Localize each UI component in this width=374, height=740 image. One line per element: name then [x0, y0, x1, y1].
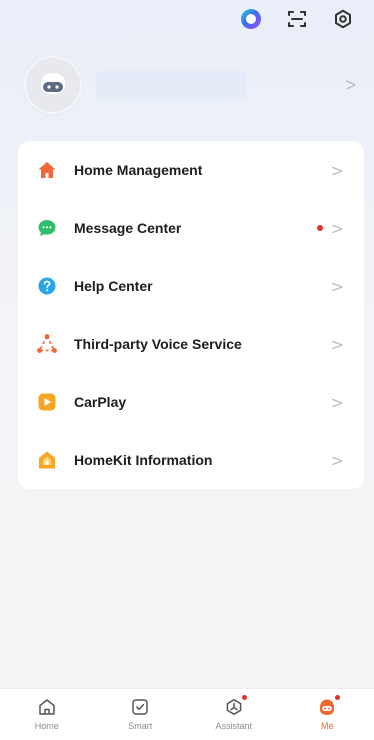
settings-icon[interactable] — [332, 8, 354, 30]
bottom-tab-bar: Home Smart Assistant Me — [0, 688, 374, 740]
menu-item-carplay[interactable]: CarPlay > — [18, 373, 364, 431]
tab-me[interactable]: Me — [292, 694, 362, 731]
me-tab-icon — [316, 694, 342, 718]
assistant-tab-icon — [223, 694, 248, 718]
menu-card: Home Management > Message Center > Help — [18, 141, 364, 489]
menu-item-third-party-voice-service[interactable]: Third-party Voice Service > — [18, 315, 364, 373]
chevron-right-icon[interactable]: > — [345, 75, 356, 96]
house-icon — [36, 159, 58, 181]
tab-label: Me — [320, 721, 334, 731]
unread-badge — [316, 225, 323, 231]
top-action-bar — [240, 8, 354, 30]
chevron-right-icon: > — [330, 392, 344, 412]
menu-item-label: HomeKit Information — [74, 452, 213, 468]
chevron-right-icon: > — [330, 450, 344, 470]
carplay-icon — [36, 391, 58, 413]
profile-header[interactable]: > — [24, 54, 356, 116]
tab-smart[interactable]: Smart — [105, 696, 175, 731]
chevron-right-icon: > — [330, 218, 344, 238]
tab-assistant[interactable]: Assistant — [199, 694, 269, 731]
profile-name-placeholder — [96, 71, 246, 99]
robot-avatar-icon[interactable] — [24, 56, 82, 114]
homekit-icon — [36, 449, 58, 471]
tab-label: Home — [34, 721, 59, 731]
tab-label: Assistant — [215, 721, 252, 731]
menu-item-label: Message Center — [74, 220, 182, 236]
notification-badge — [334, 694, 342, 701]
smart-tab-icon — [129, 696, 151, 718]
menu-item-homekit-information[interactable]: HomeKit Information > — [18, 431, 364, 489]
tab-label: Smart — [128, 721, 153, 731]
menu-item-label: Help Center — [74, 278, 153, 294]
menu-item-message-center[interactable]: Message Center > — [18, 199, 364, 257]
menu-item-label: CarPlay — [74, 394, 127, 410]
notification-badge — [240, 694, 248, 701]
menu-item-label: Home Management — [74, 162, 203, 178]
chat-bubble-icon — [36, 217, 58, 239]
menu-item-label: Third-party Voice Service — [74, 336, 242, 352]
voice-service-icon — [36, 333, 58, 355]
chevron-right-icon: > — [330, 160, 344, 180]
question-icon — [36, 275, 58, 297]
menu-item-help-center[interactable]: Help Center > — [18, 257, 364, 315]
scan-icon[interactable] — [286, 8, 308, 30]
chevron-right-icon: > — [330, 334, 344, 354]
home-tab-icon — [36, 696, 58, 718]
assistant-orb-icon[interactable] — [240, 8, 262, 30]
tab-home[interactable]: Home — [12, 696, 82, 731]
menu-item-home-management[interactable]: Home Management > — [18, 141, 364, 199]
chevron-right-icon: > — [330, 276, 344, 296]
